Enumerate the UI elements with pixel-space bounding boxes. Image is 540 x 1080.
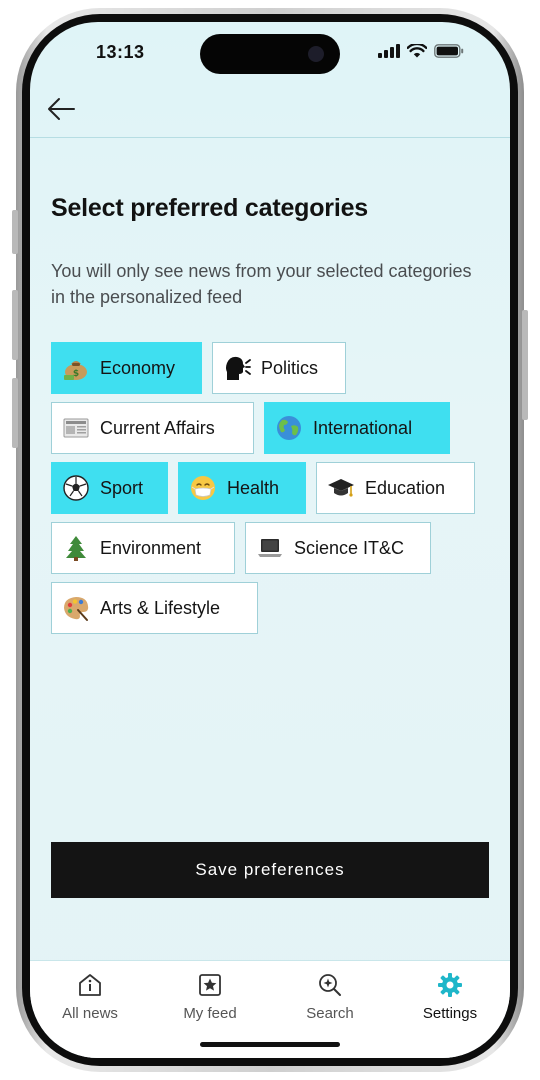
tab-label: All news [62,1005,118,1022]
home-indicator [200,1042,340,1047]
chip-label: Politics [261,357,319,378]
action-button [12,210,18,254]
category-chip-international[interactable]: International [264,402,450,454]
page-subtitle: You will only see news from your selecte… [51,261,472,307]
category-chip-politics[interactable]: Politics [212,342,346,394]
category-chip-education[interactable]: Education [316,462,475,514]
volume-down-button [12,378,18,448]
tab-label: My feed [183,1005,237,1022]
home-info-icon [76,971,104,999]
chip-label: Arts & Lifestyle [100,597,221,618]
chip-row: $ Economy Politics [51,342,491,394]
tab-label: Settings [422,1005,478,1022]
graduation-cap-icon [327,474,355,502]
power-button [522,310,528,420]
cellular-signal-icon [378,44,400,58]
tab-settings[interactable]: Settings [390,961,510,1058]
money-bag-icon: $ [62,354,90,382]
battery-icon [434,44,464,58]
chip-row: Sport Health Education [51,462,491,514]
status-time: 13:13 [96,42,145,62]
save-preferences-button[interactable]: Save preferences [51,842,489,898]
search-sparkle-icon [316,971,344,999]
chip-label: Environment [100,537,202,558]
chip-label: International [313,417,413,438]
chip-row: Arts & Lifestyle [51,582,491,634]
chip-label: Current Affairs [100,417,215,438]
screen: 13:13 Select preferred categories You wi… [30,22,510,1058]
artist-palette-icon [62,594,90,622]
chip-label: Sport [100,477,144,498]
chip-label: Health [227,477,280,498]
chip-label: Economy [100,357,176,378]
mask-face-icon [189,474,217,502]
category-chip-environment[interactable]: Environment [51,522,235,574]
arrow-left-icon [48,98,75,120]
category-chip-arts-lifestyle[interactable]: Arts & Lifestyle [51,582,258,634]
globe-icon [275,414,303,442]
tab-label: Search [306,1005,354,1022]
header-divider [30,137,510,138]
evergreen-tree-icon [62,534,90,562]
category-chip-economy[interactable]: $ Economy [51,342,202,394]
category-chip-health[interactable]: Health [178,462,306,514]
wifi-icon [407,44,427,58]
volume-up-button [12,290,18,360]
page-title: Select preferred categories [51,194,368,222]
star-box-icon [196,971,224,999]
tab-all-news[interactable]: All news [30,961,150,1058]
dynamic-island [200,34,340,74]
chip-row: Environment Science IT&C [51,522,491,574]
laptop-icon [256,534,284,562]
soccer-ball-icon [62,474,90,502]
category-chip-current-affairs[interactable]: Current Affairs [51,402,254,454]
speaking-head-icon [223,354,251,382]
status-icons [378,44,464,58]
back-button[interactable] [44,94,78,124]
chip-label: Education [365,477,446,498]
newspaper-icon [62,414,90,442]
camera [308,46,324,62]
chip-row: Current Affairs International [51,402,491,454]
category-chip-sport[interactable]: Sport [51,462,168,514]
category-chips: $ Economy Politics Current Affairs Inter… [51,342,491,642]
gear-icon [436,971,464,999]
category-chip-science-itc[interactable]: Science IT&C [245,522,431,574]
chip-label: Science IT&C [294,537,405,558]
